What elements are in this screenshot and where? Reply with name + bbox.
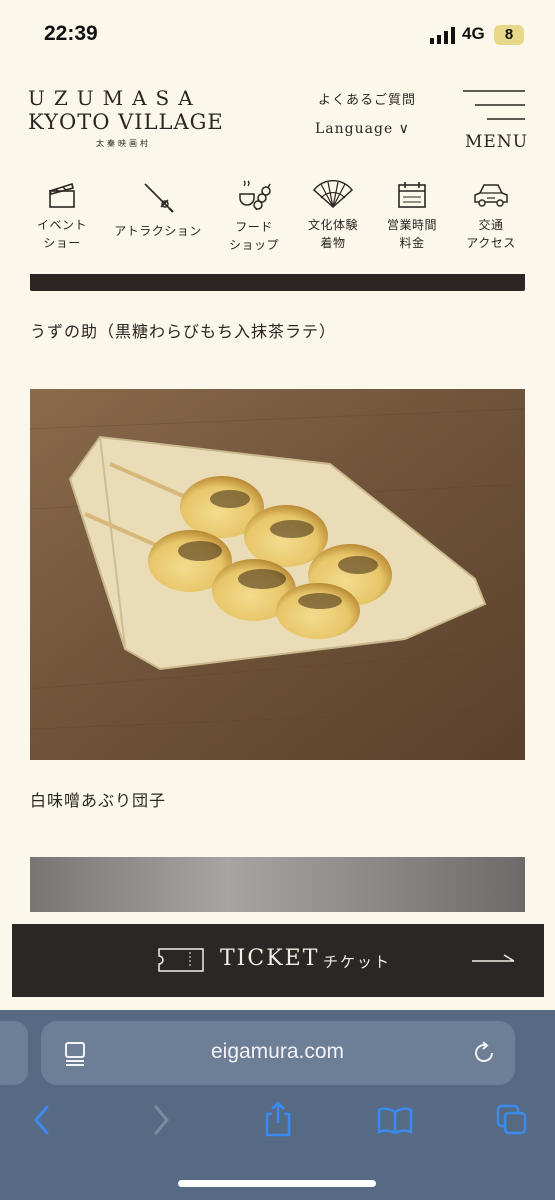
bookmarks-icon[interactable] bbox=[377, 1106, 413, 1134]
status-time: 22:39 bbox=[44, 22, 98, 45]
home-indicator bbox=[178, 1180, 376, 1187]
nav-item-hours[interactable]: 営業時間 料金 bbox=[377, 180, 447, 252]
forward-icon[interactable] bbox=[150, 1104, 172, 1136]
nav-label-line1: 営業時間 bbox=[386, 218, 437, 232]
item-caption: うずの助（黒糖わらびもち入抹茶ラテ） bbox=[30, 322, 337, 341]
nav-label-line2: 着物 bbox=[320, 236, 346, 250]
nav-item-events[interactable]: イベント ショー bbox=[27, 180, 97, 252]
hamburger-icon[interactable] bbox=[463, 90, 525, 122]
nav-label-line2: 料金 bbox=[399, 236, 425, 250]
nav-label-line1: フード bbox=[235, 220, 273, 234]
battery-icon: 8 bbox=[494, 25, 524, 45]
nav-label-line2: ショップ bbox=[228, 238, 279, 252]
menu-button[interactable]: MENU bbox=[465, 132, 528, 152]
nav-label-line1: 交通 bbox=[478, 218, 504, 232]
next-photo bbox=[30, 857, 525, 912]
logo-jp: 太秦映画村 bbox=[96, 139, 151, 148]
ticket-icon bbox=[158, 948, 204, 972]
nav-item-access[interactable]: 交通 アクセス bbox=[456, 180, 526, 252]
fan-icon bbox=[312, 180, 354, 209]
share-icon[interactable] bbox=[262, 1100, 294, 1138]
sword-icon bbox=[144, 183, 174, 213]
logo-line2[interactable]: KYOTO VILLAGE bbox=[28, 110, 224, 134]
logo-line1[interactable]: UZUMASA bbox=[28, 86, 202, 110]
car-icon bbox=[474, 184, 508, 207]
arrow-right-icon bbox=[472, 954, 515, 962]
nav-item-food[interactable]: フード ショップ bbox=[219, 180, 289, 254]
faq-link[interactable]: よくあるご質問 bbox=[318, 89, 416, 108]
nav-item-attractions[interactable]: アトラクション bbox=[110, 180, 206, 240]
previous-photo-edge bbox=[30, 274, 525, 291]
ticket-label-en: TICKET bbox=[220, 946, 320, 971]
nav-label-line2: アクセス bbox=[466, 236, 516, 250]
nav-label-line1: アトラクション bbox=[114, 224, 202, 238]
network-type: 4G bbox=[462, 24, 485, 43]
back-icon[interactable] bbox=[31, 1104, 53, 1136]
dango-photo bbox=[30, 389, 525, 760]
clapperboard-icon bbox=[48, 182, 75, 208]
nav-item-culture[interactable]: 文化体験 着物 bbox=[298, 180, 368, 252]
calendar-icon bbox=[398, 182, 426, 208]
dango-icon bbox=[239, 180, 271, 211]
tabs-icon[interactable] bbox=[496, 1104, 528, 1136]
item-caption: 白味噌あぶり団子 bbox=[30, 791, 167, 810]
language-selector[interactable]: Language ∨ bbox=[315, 121, 410, 137]
nav-label-line2: ショー bbox=[43, 236, 81, 250]
reload-icon[interactable] bbox=[471, 1040, 497, 1066]
nav-label-line1: イベント bbox=[36, 218, 87, 232]
ticket-label-jp: チケット bbox=[323, 953, 392, 971]
nav-label-line1: 文化体験 bbox=[307, 218, 358, 232]
signal-icon bbox=[430, 27, 455, 44]
